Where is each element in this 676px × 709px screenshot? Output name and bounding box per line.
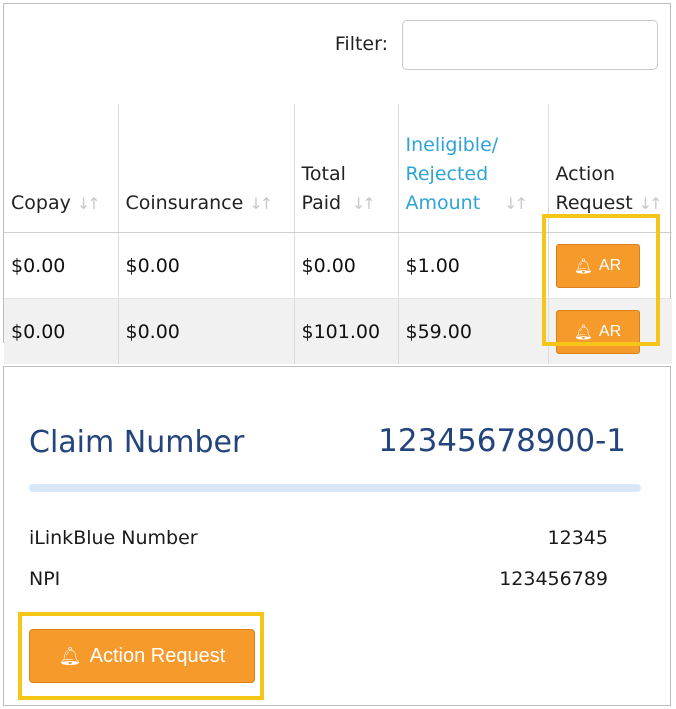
bell-icon: 🔔︎ bbox=[573, 257, 593, 275]
column-header-label: Coinsurance bbox=[125, 192, 244, 214]
column-header-label: Total Paid bbox=[301, 163, 346, 214]
claim-number-value: 12345678900-1 bbox=[378, 423, 626, 459]
ineligible-amount-link[interactable]: $1.00 bbox=[398, 232, 549, 299]
column-header-copay[interactable]: Copay ↓↑ bbox=[4, 104, 119, 233]
ar-button[interactable]: 🔔︎ AR bbox=[555, 243, 640, 288]
filter-row: Filter: bbox=[4, 4, 670, 104]
filter-input[interactable] bbox=[402, 20, 658, 70]
ilinkblue-number-label: iLinkBlue Number bbox=[29, 527, 198, 549]
ilinkblue-number-value: 12345 bbox=[547, 527, 608, 549]
sort-arrows-icon[interactable]: ↓↑ bbox=[77, 189, 101, 218]
ar-button-label: AR bbox=[598, 322, 622, 340]
coinsurance-cell: $0.00 bbox=[118, 232, 295, 299]
sort-arrows-icon[interactable]: ↓↑ bbox=[639, 189, 663, 218]
column-header-label[interactable]: Ineligible/ Rejected Amount bbox=[406, 131, 499, 218]
total-paid-cell: $101.00 bbox=[294, 298, 399, 364]
coinsurance-cell: $0.00 bbox=[118, 298, 295, 364]
action-request-cell: 🔔︎ AR bbox=[548, 298, 672, 364]
claims-table-panel: Filter: Copay ↓↑ Coinsurance ↓↑ Total Paid… bbox=[3, 3, 672, 364]
bell-icon: 🔔︎ bbox=[573, 323, 593, 341]
ar-button[interactable]: 🔔︎ AR bbox=[555, 309, 640, 354]
claim-number-title: Claim Number bbox=[29, 425, 245, 460]
column-header-label: Copay bbox=[11, 192, 71, 214]
npi-value: 123456789 bbox=[499, 568, 608, 590]
copay-cell: $0.00 bbox=[4, 298, 119, 364]
column-header-label: Action Request bbox=[555, 163, 633, 214]
action-request-button-label: Action Request bbox=[89, 644, 226, 667]
claims-table: Copay ↓↑ Coinsurance ↓↑ Total Paid ↓↑ Ineli… bbox=[4, 104, 672, 364]
sort-arrows-icon[interactable]: ↓↑ bbox=[352, 189, 376, 218]
claim-detail-panel: Claim Number 12345678900-1 iLinkBlue Num… bbox=[3, 366, 671, 706]
filter-label: Filter: bbox=[334, 33, 388, 55]
ar-button-label: AR bbox=[598, 256, 622, 274]
column-header-coinsurance[interactable]: Coinsurance ↓↑ bbox=[118, 104, 295, 233]
action-request-button[interactable]: 🔔︎ Action Request bbox=[29, 629, 255, 683]
table-header-row: Copay ↓↑ Coinsurance ↓↑ Total Paid ↓↑ Ineli… bbox=[4, 104, 672, 233]
table-row: $0.00 $0.00 $0.00 $1.00 🔔︎ AR bbox=[4, 232, 672, 299]
sort-arrows-icon[interactable]: ↓↑ bbox=[249, 189, 273, 218]
column-header-action-request[interactable]: Action Request ↓↑ bbox=[548, 104, 672, 233]
column-header-total-paid[interactable]: Total Paid ↓↑ bbox=[294, 104, 399, 233]
action-request-cell: 🔔︎ AR bbox=[548, 232, 672, 299]
copay-cell: $0.00 bbox=[4, 232, 119, 299]
sort-arrows-icon[interactable]: ↓↑ bbox=[504, 189, 528, 218]
total-paid-cell: $0.00 bbox=[294, 232, 399, 299]
ineligible-amount-link[interactable]: $59.00 bbox=[398, 298, 549, 364]
bell-icon: 🔔︎ bbox=[58, 645, 82, 666]
npi-label: NPI bbox=[29, 568, 61, 590]
title-divider bbox=[29, 484, 641, 492]
table-row: $0.00 $0.00 $101.00 $59.00 🔔︎ AR bbox=[4, 298, 672, 364]
column-header-ineligible-rejected-amount[interactable]: Ineligible/ Rejected Amount ↓↑ bbox=[398, 104, 549, 233]
